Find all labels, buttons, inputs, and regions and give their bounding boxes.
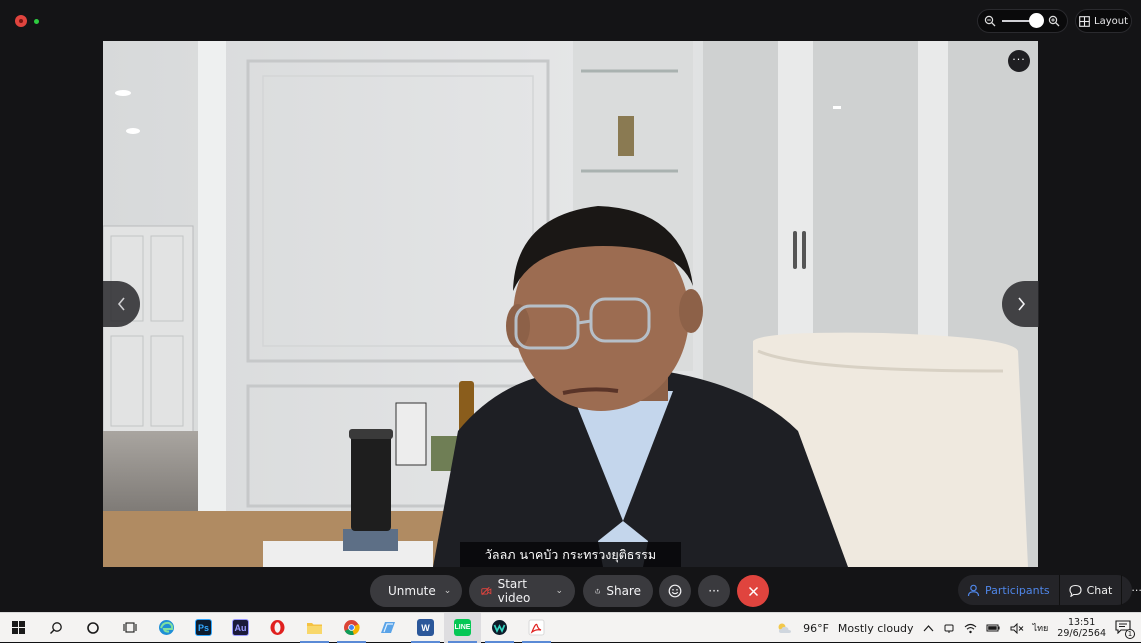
- reactions-button[interactable]: [659, 575, 691, 607]
- windows-start-icon[interactable]: [0, 613, 37, 643]
- windows-taskbar: Ps Au W LINE 96°F Mostly cloudy ไทย 13:5…: [0, 612, 1141, 643]
- unmute-label: Unmute: [388, 584, 436, 598]
- line-icon[interactable]: LINE: [444, 612, 481, 643]
- zoom-in-icon[interactable]: [1048, 15, 1060, 27]
- connection-status-icon: [34, 19, 39, 24]
- chevron-down-icon[interactable]: ⌄: [555, 586, 563, 596]
- notification-count-badge: 1: [1125, 629, 1135, 639]
- search-icon[interactable]: [37, 613, 74, 643]
- photoshop-icon[interactable]: Ps: [185, 613, 222, 643]
- webex-icon[interactable]: [481, 613, 518, 643]
- participant-name-caption: วัลลภ นาคบัว กระทรวงยุติธรรม: [460, 542, 681, 567]
- weather-description[interactable]: Mostly cloudy: [838, 622, 914, 635]
- word-icon[interactable]: W: [407, 613, 444, 643]
- opera-icon[interactable]: [259, 613, 296, 643]
- leave-meeting-button[interactable]: [737, 575, 769, 607]
- input-language[interactable]: ไทย: [1033, 621, 1049, 635]
- video-more-button[interactable]: ···: [1008, 50, 1030, 72]
- participant-video[interactable]: ···: [103, 41, 1038, 567]
- zoom-out-icon[interactable]: [984, 15, 996, 27]
- zoom-slider[interactable]: [1002, 13, 1044, 28]
- wifi-icon[interactable]: [964, 623, 977, 634]
- acrobat-icon[interactable]: [518, 613, 555, 643]
- file-explorer-icon[interactable]: [296, 613, 333, 643]
- panel-more-button[interactable]: ···: [1122, 575, 1141, 605]
- share-button[interactable]: Share: [583, 575, 653, 607]
- clock-date: 29/6/2564: [1057, 628, 1106, 639]
- smiley-icon: [668, 584, 682, 598]
- task-view-icon[interactable]: [111, 613, 148, 643]
- panel-toggles: Participants Chat ···: [958, 575, 1141, 605]
- start-video-button[interactable]: Start video ⌄: [469, 575, 575, 607]
- zoom-control: [977, 9, 1068, 33]
- zoom-slider-thumb[interactable]: [1028, 13, 1044, 28]
- video-off-icon: [481, 586, 492, 596]
- notifications-button[interactable]: 1: [1115, 620, 1135, 639]
- chevron-down-icon[interactable]: ⌄: [444, 586, 452, 596]
- more-options-button[interactable]: ···: [698, 575, 730, 607]
- chevron-up-icon[interactable]: [923, 624, 934, 632]
- cortana-icon[interactable]: [74, 613, 111, 643]
- meet-now-icon[interactable]: [943, 622, 955, 634]
- start-video-label: Start video: [497, 577, 531, 605]
- video-frame-image: [103, 41, 1038, 567]
- meeting-window: Layout ··· วัลลภ นาคบัว กระทรวงยุติธรรม …: [0, 0, 1141, 612]
- weather-temperature[interactable]: 96°F: [803, 622, 829, 635]
- person-icon: [967, 584, 980, 596]
- chevron-left-icon: [117, 297, 125, 311]
- participants-label: Participants: [985, 583, 1050, 597]
- volume-muted-icon[interactable]: [1010, 622, 1024, 634]
- chat-button[interactable]: Chat: [1060, 575, 1123, 605]
- close-window-icon[interactable]: [15, 15, 27, 27]
- clock[interactable]: 13:51 29/6/2564: [1057, 617, 1106, 639]
- battery-icon[interactable]: [986, 623, 1001, 633]
- grid-icon: [1079, 15, 1090, 27]
- share-icon: [595, 588, 600, 594]
- share-label: Share: [606, 584, 641, 598]
- cloud-sun-icon: [778, 623, 792, 633]
- chat-bubble-icon: [1069, 584, 1082, 597]
- audition-icon[interactable]: Au: [222, 613, 259, 643]
- edge-icon[interactable]: [148, 613, 185, 643]
- close-icon: [748, 586, 758, 596]
- system-tray: 96°F Mostly cloudy ไทย 13:51 29/6/2564 1: [776, 613, 1141, 643]
- layout-button[interactable]: Layout: [1075, 9, 1132, 33]
- layout-label: Layout: [1094, 15, 1128, 27]
- maps-icon[interactable]: [370, 613, 407, 643]
- chevron-right-icon: [1017, 297, 1025, 311]
- chat-label: Chat: [1086, 583, 1113, 597]
- clock-time: 13:51: [1067, 617, 1096, 628]
- chrome-icon[interactable]: [333, 613, 370, 643]
- unmute-button[interactable]: Unmute ⌄: [370, 575, 462, 607]
- participants-button[interactable]: Participants: [958, 575, 1060, 605]
